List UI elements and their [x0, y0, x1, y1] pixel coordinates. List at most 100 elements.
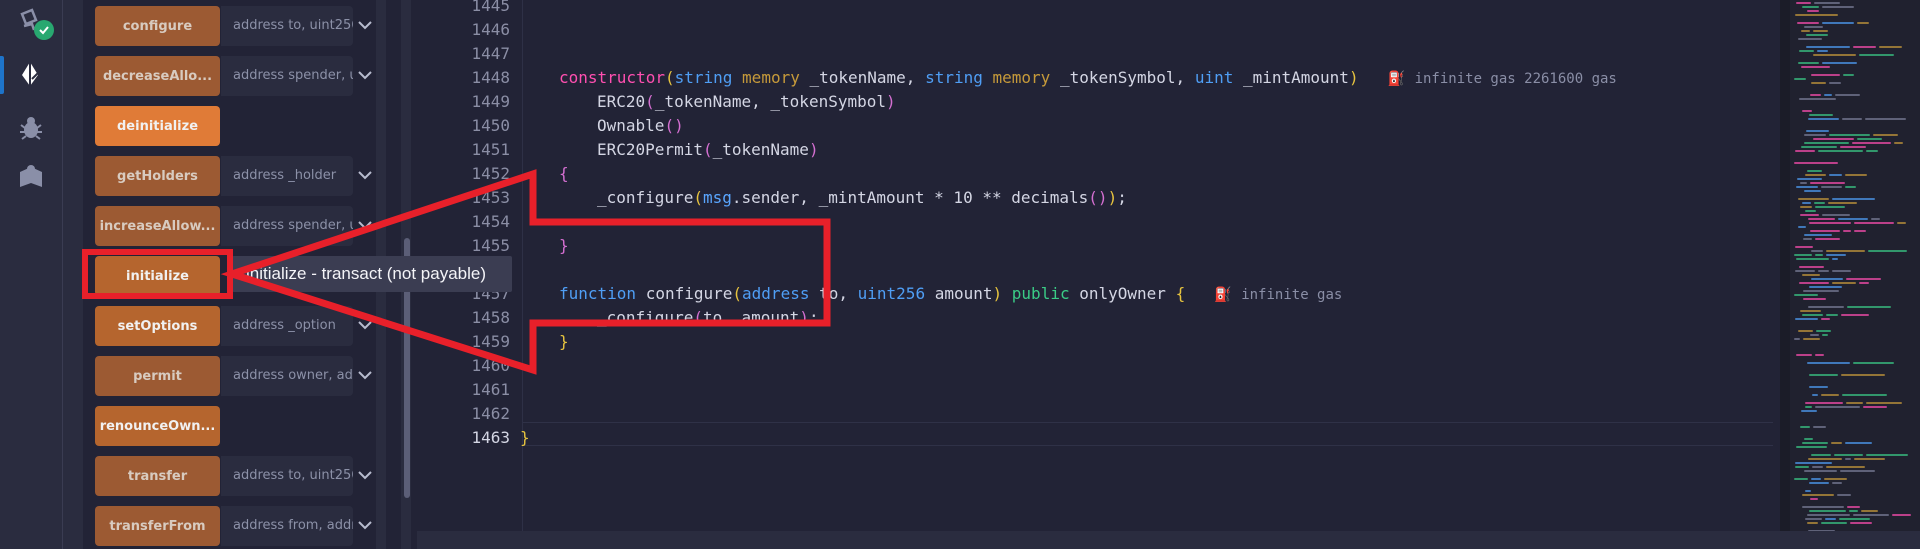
chevron-down-icon[interactable]: [355, 165, 375, 185]
check-badge-icon: [34, 20, 54, 40]
paren: ): [799, 308, 809, 327]
chevron-down-icon[interactable]: [355, 65, 375, 85]
chevron-down-icon[interactable]: [355, 215, 375, 235]
minimap-line: [1807, 514, 1850, 516]
code-line-1449: ERC20(_tokenName, _tokenSymbol): [597, 90, 896, 114]
minimap-line: [1826, 254, 1846, 256]
paren: ): [1348, 68, 1359, 87]
function-row: configure address to, uint256: [83, 5, 376, 47]
minimap-line: [1854, 222, 1894, 224]
param: _tokenSymbol,: [1050, 68, 1195, 87]
minimap-line: [1808, 306, 1844, 308]
code-area[interactable]: constructor(string memory _tokenName, st…: [520, 0, 1773, 549]
minimap-line: [1805, 210, 1816, 212]
function-button[interactable]: permit: [95, 356, 220, 396]
minimap-line: [1796, 258, 1829, 260]
minimap-line: [1809, 222, 1851, 224]
minimap-line: [1894, 142, 1903, 144]
chevron-down-icon[interactable]: [355, 315, 375, 335]
minimap-line: [1822, 214, 1850, 216]
line-number: 1460: [471, 356, 510, 375]
minimap-line: [1826, 314, 1838, 316]
paren: (: [693, 188, 703, 207]
chevron-down-icon[interactable]: [355, 365, 375, 385]
function-args-input[interactable]: address owner, add: [221, 356, 353, 396]
function-row: increaseAllow... address spender, u: [83, 205, 376, 247]
minimap-line: [1863, 406, 1887, 408]
line-number: 1455: [471, 236, 510, 255]
chevron-down-icon[interactable]: [355, 15, 375, 35]
code-line-1451: ERC20Permit(_tokenName): [597, 138, 819, 162]
icon-panel: [0, 0, 63, 549]
code-editor[interactable]: 1445 1446 1447 1448 1449 1450 1451 1452 1453 1454…: [417, 0, 1780, 549]
function-button[interactable]: configure: [95, 6, 220, 46]
minimap-line: [1816, 330, 1831, 332]
function-button[interactable]: increaseAllow...: [95, 206, 220, 246]
minimap-line: [1841, 374, 1885, 376]
paren: (): [1088, 188, 1108, 207]
code-line-1457: function configure(address to, uint256 a…: [559, 282, 1342, 306]
function-button[interactable]: transfer: [95, 456, 220, 496]
function-button[interactable]: decreaseAllo...: [95, 56, 220, 96]
code-line-1448: constructor(string memory _tokenName, st…: [559, 66, 1617, 90]
function-button[interactable]: transferFrom: [95, 506, 220, 546]
semicolon: ;: [1117, 188, 1127, 207]
minimap-line: [1798, 198, 1829, 200]
minimap-line: [1857, 138, 1882, 140]
debugger-icon[interactable]: [14, 111, 48, 145]
function-args-input[interactable]: address to, uint256: [221, 456, 353, 496]
minimap-line: [1802, 506, 1844, 508]
line-number: 1451: [471, 140, 510, 159]
minimap-line: [1794, 294, 1818, 296]
paren: (: [693, 308, 703, 327]
modifier: onlyOwner: [1069, 284, 1176, 303]
function-button[interactable]: getHolders: [95, 156, 220, 196]
editor-minimap[interactable]: [1780, 0, 1920, 549]
chevron-down-icon[interactable]: [355, 515, 375, 535]
function-button[interactable]: renounceOwn...: [95, 406, 220, 446]
function-args-input[interactable]: address _option: [221, 306, 353, 346]
function-args-input[interactable]: address spender, u: [221, 206, 353, 246]
minimap-line: [1795, 466, 1809, 468]
minimap-line: [1799, 266, 1824, 268]
function-button[interactable]: deinitialize: [95, 106, 220, 146]
minimap-line: [1808, 458, 1842, 460]
minimap-line: [1871, 218, 1880, 220]
code-line-1459: }: [559, 332, 569, 351]
minimap-line: [1810, 334, 1819, 336]
args: _tokenName: [712, 140, 809, 159]
minimap-line: [1795, 318, 1818, 320]
chevron-down-icon[interactable]: [355, 465, 375, 485]
minimap-line: [1866, 454, 1908, 456]
minimap-line: [1828, 202, 1857, 204]
minimap-line: [1801, 66, 1830, 68]
paren: (: [664, 68, 675, 87]
function-args-input[interactable]: address from, addr: [221, 506, 353, 546]
minimap-line: [1811, 74, 1840, 76]
minimap-line: [1873, 134, 1898, 136]
minimap-line: [1802, 442, 1828, 444]
active-plugin-indicator: [0, 56, 4, 94]
minimap-line: [1832, 482, 1842, 484]
function-args-input[interactable]: address to, uint256: [221, 6, 353, 46]
function-button[interactable]: initialize: [95, 256, 220, 296]
minimap-line: [1813, 138, 1854, 140]
function-button[interactable]: setOptions: [95, 306, 220, 346]
type: string: [674, 68, 733, 87]
minimap-line: [1809, 510, 1846, 512]
minimap-line: [1868, 250, 1907, 252]
paren: ): [992, 284, 1003, 303]
code-line-1455: }: [559, 236, 569, 255]
gas-estimate: infinite gas 2261600 gas: [1414, 71, 1617, 87]
minimap-line: [1832, 282, 1856, 284]
minimap-line: [1892, 514, 1911, 516]
function-args-input[interactable]: address spender, u: [221, 56, 353, 96]
minimap-line: [1846, 402, 1863, 404]
minimap-line: [1853, 514, 1889, 516]
deploy-run-icon[interactable]: [14, 57, 48, 91]
function-row: getHolders address _holder: [83, 155, 376, 197]
function-args-input[interactable]: address _holder: [221, 156, 353, 196]
param: amount: [925, 284, 993, 303]
line-number: 1448: [471, 68, 510, 87]
learneth-icon[interactable]: [14, 160, 48, 194]
